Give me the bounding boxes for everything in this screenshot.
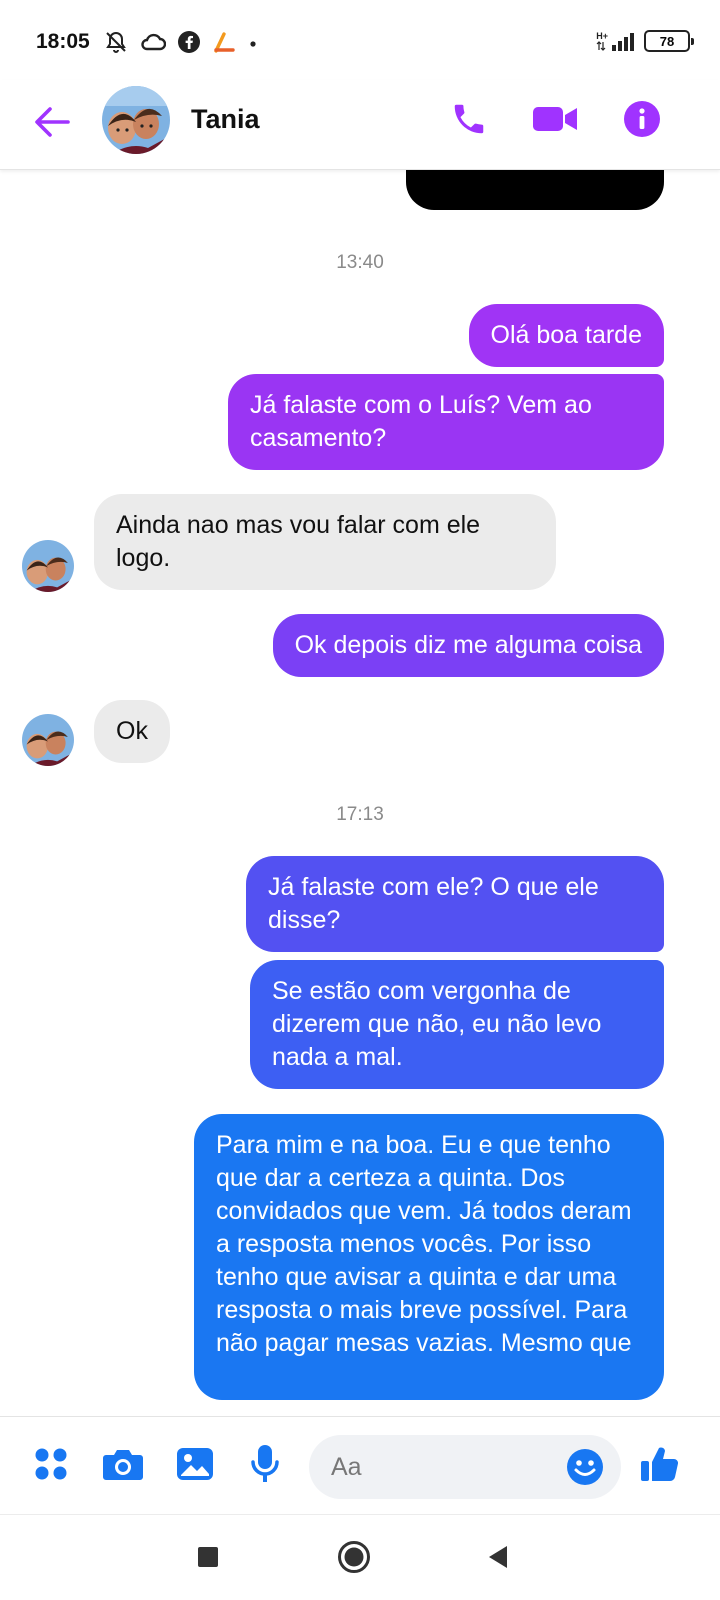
contact-avatar-small bbox=[22, 714, 74, 766]
recents-square-icon bbox=[197, 1546, 219, 1573]
info-button[interactable] bbox=[617, 96, 667, 146]
contact-avatar-small bbox=[22, 540, 74, 592]
camera-button[interactable] bbox=[100, 1443, 146, 1489]
status-bar: 18:05 H+ 78 bbox=[0, 0, 720, 80]
message-list[interactable]: 13:40 Olá boa tarde Já falaste com o Luí… bbox=[0, 170, 720, 1416]
contact-avatar[interactable] bbox=[102, 86, 170, 154]
home-circle-icon bbox=[337, 1540, 371, 1579]
back-triangle-icon bbox=[487, 1545, 509, 1574]
message-bubble-sent[interactable]: Para mim e na boa. Eu e que tenho que da… bbox=[194, 1114, 664, 1400]
like-button[interactable] bbox=[636, 1443, 682, 1489]
info-icon bbox=[623, 100, 661, 143]
back-nav-button[interactable] bbox=[476, 1537, 520, 1581]
recents-button[interactable] bbox=[186, 1537, 230, 1581]
message-bubble-sent[interactable]: Já falaste com o Luís? Vem ao casamento? bbox=[228, 374, 664, 470]
bell-off-icon bbox=[104, 30, 128, 59]
timestamp: 13:40 bbox=[336, 252, 384, 273]
facebook-icon bbox=[178, 31, 200, 58]
message-composer bbox=[0, 1416, 720, 1514]
camera-icon bbox=[102, 1446, 144, 1487]
emoji-icon[interactable] bbox=[563, 1445, 607, 1489]
message-bubble-sent[interactable]: Ok depois diz me alguma coisa bbox=[272, 614, 664, 677]
battery-icon: 78 bbox=[644, 30, 694, 52]
chat-header: Tania bbox=[0, 80, 720, 170]
video-camera-icon bbox=[532, 103, 578, 140]
contact-name[interactable]: Tania bbox=[191, 104, 260, 135]
message-bubble-sent[interactable]: Olá boa tarde bbox=[468, 304, 664, 367]
video-call-button[interactable] bbox=[530, 96, 580, 146]
cloud-icon bbox=[140, 31, 167, 58]
system-nav-bar bbox=[0, 1514, 720, 1600]
message-bubble-received[interactable]: Ok bbox=[94, 700, 170, 763]
home-button[interactable] bbox=[332, 1537, 376, 1581]
call-button[interactable] bbox=[444, 96, 494, 146]
status-right-icons: H+ 78 bbox=[596, 30, 694, 52]
gallery-button[interactable] bbox=[172, 1443, 218, 1489]
timestamp: 17:13 bbox=[336, 804, 384, 825]
signal-icon: H+ bbox=[596, 30, 634, 51]
message-input[interactable] bbox=[331, 1449, 551, 1485]
back-button[interactable] bbox=[28, 100, 76, 148]
app-logo-icon bbox=[212, 31, 236, 58]
message-bubble-sent[interactable]: Se estão com vergonha de dizerem que não… bbox=[250, 960, 664, 1089]
microphone-icon bbox=[250, 1444, 280, 1489]
message-bubble-media[interactable] bbox=[406, 170, 664, 210]
message-bubble-sent[interactable]: Já falaste com ele? O que ele disse? bbox=[246, 856, 664, 952]
battery-level: 78 bbox=[659, 33, 675, 49]
message-input-container[interactable] bbox=[309, 1435, 621, 1499]
image-icon bbox=[176, 1446, 214, 1487]
apps-button[interactable] bbox=[28, 1443, 74, 1489]
status-left-icons bbox=[104, 30, 258, 59]
apps-grid-icon bbox=[33, 1446, 69, 1487]
phone-icon bbox=[450, 100, 488, 143]
status-time: 18:05 bbox=[36, 30, 90, 53]
message-bubble-received[interactable]: Ainda nao mas vou falar com ele logo. bbox=[94, 494, 556, 590]
dot-icon bbox=[248, 36, 258, 54]
network-type: H+ bbox=[596, 30, 608, 41]
thumbs-up-icon bbox=[639, 1444, 679, 1489]
arrow-left-icon bbox=[34, 106, 70, 143]
voice-button[interactable] bbox=[242, 1443, 288, 1489]
